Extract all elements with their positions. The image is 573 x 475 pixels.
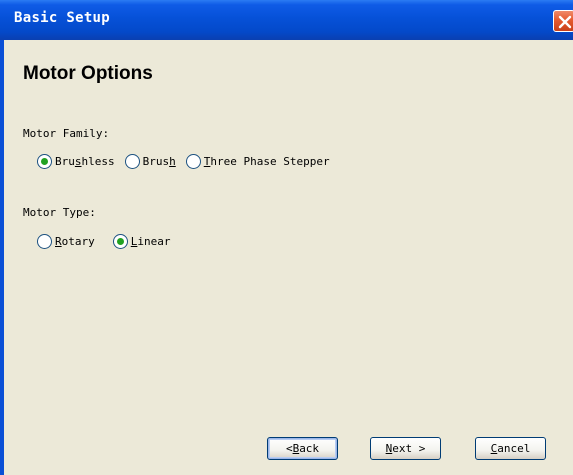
motor-family-label: Motor Family: xyxy=(23,127,110,140)
radio-rotary[interactable]: Rotary xyxy=(37,234,95,249)
close-icon xyxy=(558,15,572,29)
radio-three-phase-stepper-label: Three Phase Stepper xyxy=(203,155,330,168)
radio-brush-label: Brush xyxy=(142,155,176,168)
cancel-button[interactable]: Cancel xyxy=(475,437,546,460)
radio-brush[interactable]: Brush xyxy=(124,154,176,169)
radio-linear-label: Linear xyxy=(130,235,171,248)
page-heading: Motor Options xyxy=(23,63,153,84)
title-bar[interactable]: Basic Setup xyxy=(0,0,573,40)
radio-circle-three-phase-stepper[interactable] xyxy=(185,154,201,169)
window-title: Basic Setup xyxy=(14,10,111,26)
motor-family-options: Brushless Brush Three Phase Stepper xyxy=(37,154,340,169)
radio-rotary-label: Rotary xyxy=(55,235,95,248)
radio-circle-rotary[interactable] xyxy=(37,234,52,249)
radio-linear[interactable]: Linear xyxy=(112,234,171,249)
close-button[interactable] xyxy=(553,10,573,32)
motor-type-options: Rotary Linear xyxy=(37,234,181,249)
radio-brushless-label: Brushless xyxy=(55,155,115,168)
radio-circle-brush[interactable] xyxy=(124,154,140,169)
back-button[interactable]: < Back xyxy=(267,437,338,460)
radio-brushless[interactable]: Brushless xyxy=(37,154,115,169)
next-button[interactable]: Next > xyxy=(370,437,441,460)
motor-type-label: Motor Type: xyxy=(23,206,96,219)
radio-circle-brushless[interactable] xyxy=(37,154,52,169)
radio-three-phase-stepper[interactable]: Three Phase Stepper xyxy=(185,154,330,169)
basic-setup-window: Basic Setup Motor Options Motor Family: … xyxy=(0,0,573,475)
radio-circle-linear[interactable] xyxy=(112,234,128,249)
window-left-border xyxy=(0,40,4,475)
